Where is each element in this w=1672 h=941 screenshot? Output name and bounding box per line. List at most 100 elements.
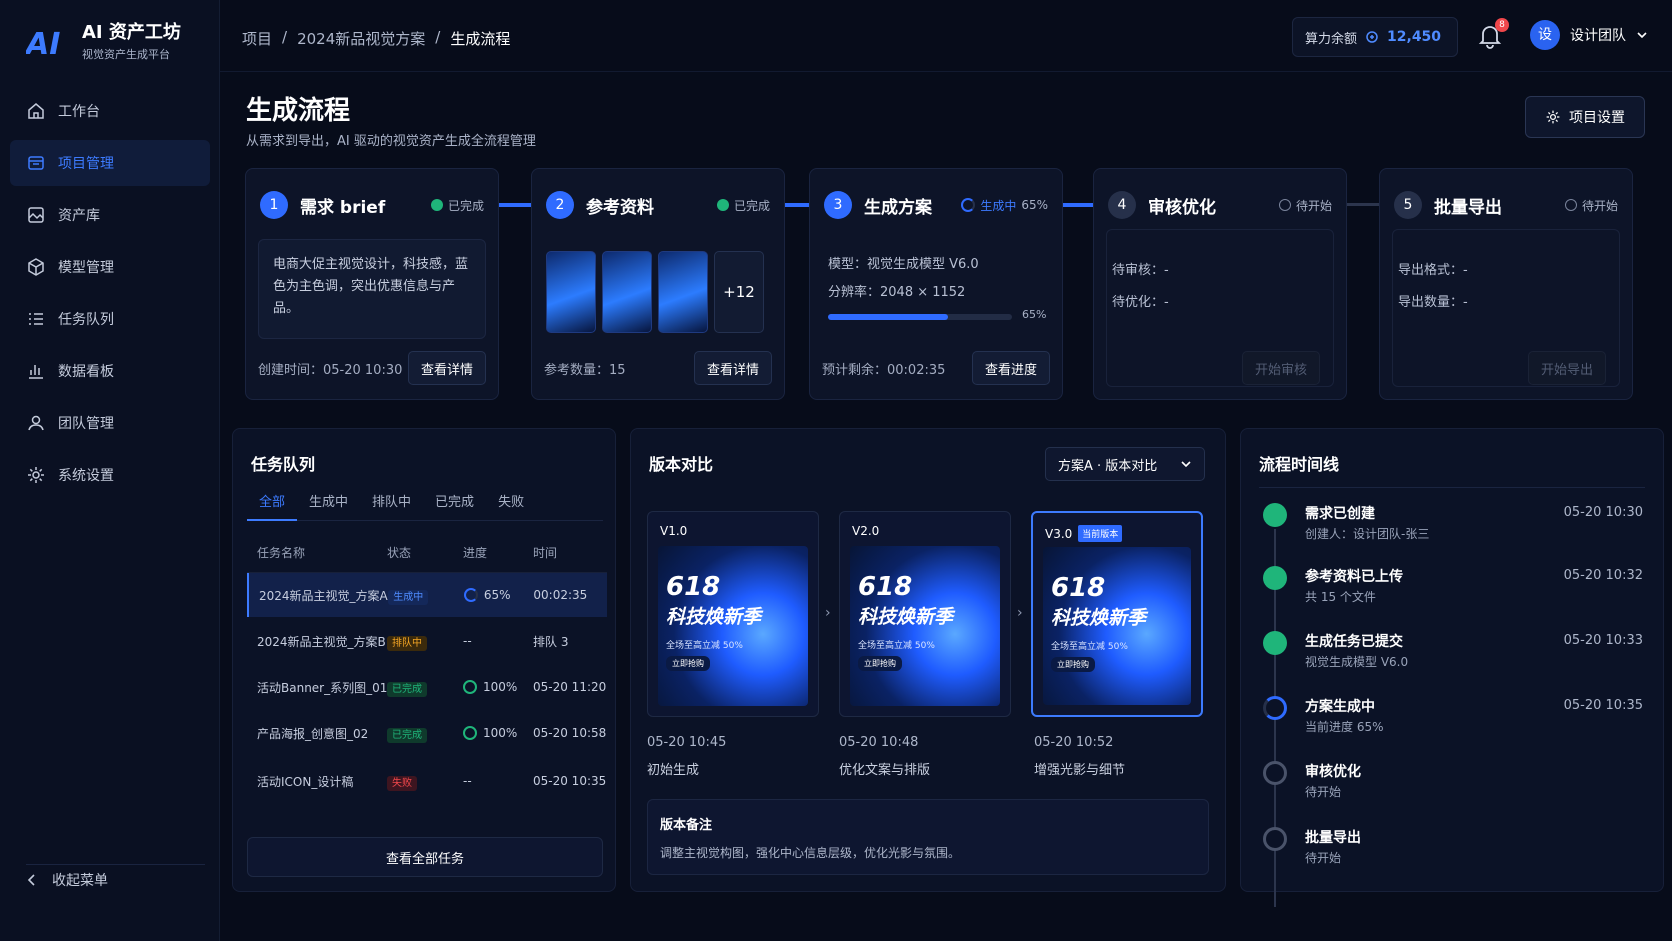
version-preview-image: 618 科技焕新季 全场至高立减 50% 立即抢购: [658, 546, 808, 706]
team-icon: [28, 415, 44, 431]
task-progress: 100%: [483, 726, 518, 740]
breadcrumb-item-projects[interactable]: 项目: [242, 28, 272, 49]
column-header-progress: 进度: [463, 546, 488, 560]
version-select[interactable]: 方案A · 版本对比: [1045, 447, 1205, 481]
view-detail-button[interactable]: 查看详情: [693, 351, 772, 385]
timeline-item-time: 05-20 10:33: [1563, 633, 1643, 648]
check-circle-icon: [1263, 503, 1287, 527]
table-row[interactable]: 2024新品主视觉_方案B 排队中 -- 排队 3: [247, 619, 607, 663]
breadcrumb-item-project[interactable]: 2024新品视觉方案: [297, 28, 425, 49]
compute-balance[interactable]: 算力余额 12,450: [1292, 17, 1458, 57]
chevron-left-icon: [27, 874, 35, 886]
reference-thumbnail[interactable]: [546, 251, 596, 333]
step-status-label: 已完成: [733, 198, 770, 213]
sidebar-item-team[interactable]: 团队管理: [10, 400, 210, 446]
reference-count: 参考数量：15: [544, 362, 626, 378]
version-time: 05-20 10:48: [839, 735, 919, 750]
step-status-percent: 65%: [1021, 198, 1048, 212]
sidebar-item-settings[interactable]: 系统设置: [10, 452, 210, 498]
sidebar-item-label: 工作台: [58, 104, 100, 120]
table-row[interactable]: 2024新品主视觉_方案A 生成中 65% 00:02:35: [247, 573, 607, 617]
sidebar-item-models[interactable]: 模型管理: [10, 244, 210, 290]
coin-icon: [1366, 31, 1378, 43]
step-name: 批量导出: [1434, 197, 1502, 218]
chevron-right-icon: ›: [1017, 605, 1023, 621]
remaining-time: 预计剩余：00:02:35: [822, 362, 946, 378]
page-title: 生成流程: [246, 96, 351, 126]
version-card-v2[interactable]: V2.0 618 科技焕新季 全场至高立减 50% 立即抢购: [839, 511, 1011, 717]
step-status-label: 待开始: [1295, 198, 1332, 213]
step-name: 参考资料: [586, 197, 654, 218]
step-status: 已完成: [716, 197, 770, 214]
start-export-button[interactable]: 开始导出: [1527, 351, 1606, 385]
generation-progress-bar: [828, 314, 1012, 320]
sidebar-divider: [26, 864, 205, 865]
sidebar-item-projects[interactable]: 项目管理: [10, 140, 210, 186]
start-review-button[interactable]: 开始审核: [1241, 351, 1320, 385]
reference-thumbnail[interactable]: [658, 251, 708, 333]
timeline-item-time: 05-20 10:32: [1563, 568, 1643, 583]
timeline-item-sub: 共 15 个文件: [1305, 590, 1376, 604]
version-card-v1[interactable]: V1.0 618 科技焕新季 全场至高立减 50% 立即抢购: [647, 511, 819, 717]
version-note: 版本备注 调整主视觉构图，强化中心信息层级，优化光影与氛围。: [647, 799, 1209, 875]
tab-generating[interactable]: 生成中: [297, 491, 360, 521]
chevron-down-icon: [1181, 461, 1191, 468]
collapse-menu-button[interactable]: 收起菜单: [26, 870, 108, 890]
timeline-item-title: 批量导出: [1305, 830, 1361, 846]
table-row[interactable]: 产品海报_创意图_02 已完成 100% 05-20 10:58: [247, 711, 607, 755]
task-name: 2024新品主视觉_方案B: [257, 634, 386, 649]
progress-ring-icon: [463, 588, 478, 602]
step-connector: [1346, 203, 1380, 206]
poster-headline: 618: [666, 572, 721, 602]
table-row[interactable]: 活动Banner_系列图_01 已完成 100% 05-20 11:20: [247, 665, 607, 709]
export-count: 导出数量：-: [1398, 295, 1468, 310]
reference-thumbnails: +12: [546, 251, 764, 333]
step-card-review: 4 审核优化 待开始 待审核：- 待优化：- 开始审核: [1093, 168, 1347, 400]
more-references[interactable]: +12: [714, 251, 764, 333]
task-progress: --: [463, 774, 472, 788]
sidebar-item-label: 项目管理: [58, 156, 114, 172]
gear-icon: [1546, 110, 1560, 124]
step-created-time: 创建时间：05-20 10:30: [258, 362, 403, 378]
brand-title: AI 资产工坊: [82, 22, 181, 43]
view-all-tasks-button[interactable]: 查看全部任务: [247, 837, 603, 877]
tab-all[interactable]: 全部: [247, 491, 298, 521]
version-label: V2.0: [852, 524, 880, 538]
step-number: 4: [1108, 191, 1136, 219]
project-settings-button[interactable]: 项目设置: [1525, 96, 1645, 138]
sidebar-item-assets[interactable]: 资产库: [10, 192, 210, 238]
tab-completed[interactable]: 已完成: [423, 491, 486, 521]
task-progress: --: [463, 634, 472, 648]
version-note-text: 调整主视觉构图，强化中心信息层级，优化光影与氛围。: [660, 846, 961, 860]
sidebar-item-queue[interactable]: 任务队列: [10, 296, 210, 342]
version-card-v3[interactable]: V3.0 当前版本 618 科技焕新季 全场至高立减 50% 立即抢购: [1031, 511, 1203, 717]
column-header-name: 任务名称: [257, 546, 306, 560]
timeline-item-sub: 待开始: [1305, 851, 1342, 865]
sidebar: AI AI 资产工坊 视觉资产生成平台 工作台 项目管理 资产库 模型管理 任务…: [0, 0, 220, 941]
sidebar-item-dashboard[interactable]: 数据看板: [10, 348, 210, 394]
sidebar-item-workbench[interactable]: 工作台: [10, 88, 210, 134]
chart-icon: [29, 365, 43, 379]
sidebar-item-label: 模型管理: [58, 260, 114, 276]
home-icon: [28, 103, 44, 119]
check-icon: [716, 199, 729, 211]
poster-subline: 全场至高立减 50%: [858, 641, 935, 651]
chevron-down-icon: [1637, 32, 1647, 39]
user-name: 设计团队: [1570, 28, 1626, 44]
tab-failed[interactable]: 失败: [486, 491, 536, 521]
task-time: 05-20 11:20: [533, 680, 607, 694]
table-row[interactable]: 活动ICON_设计稿 失败 -- 05-20 10:35: [247, 759, 607, 803]
check-circle-icon: [1263, 631, 1287, 655]
reference-thumbnail[interactable]: [602, 251, 652, 333]
brand-subtitle: 视觉资产生成平台: [82, 48, 170, 61]
brand-logo[interactable]: AI AI 资产工坊 视觉资产生成平台: [26, 22, 181, 62]
view-progress-button[interactable]: 查看进度: [971, 351, 1050, 385]
project-settings-label: 项目设置: [1569, 110, 1625, 126]
step-card-brief: 1 需求 brief 已完成 电商大促主视觉设计，科技感，蓝色为主色调，突出优惠…: [245, 168, 499, 400]
user-menu[interactable]: 设 设计团队: [1530, 20, 1648, 50]
version-time: 05-20 10:52: [1034, 735, 1114, 750]
task-name: 2024新品主视觉_方案A: [259, 588, 388, 603]
view-detail-button[interactable]: 查看详情: [407, 351, 486, 385]
timeline-item-sub: 当前进度 65%: [1305, 720, 1384, 734]
tab-queued[interactable]: 排队中: [360, 491, 423, 521]
